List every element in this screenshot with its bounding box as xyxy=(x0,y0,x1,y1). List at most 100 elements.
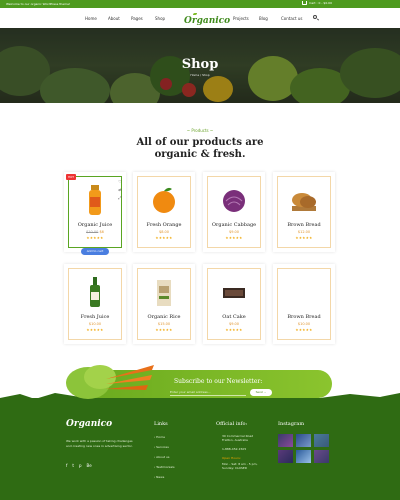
cart-summary[interactable]: Cart : 0 - $0.00 xyxy=(302,1,332,5)
footer-link-testimonials[interactable]: Testimonials xyxy=(154,465,174,469)
product-card[interactable]: Brown Bread $10.00 ★★★★★ xyxy=(273,264,335,344)
section-kicker: ~ Products ~ xyxy=(186,128,214,133)
pinterest-icon[interactable]: p xyxy=(79,463,82,468)
open-hours-label: Open Hours: xyxy=(222,456,241,460)
cart-summary-text: Cart : 0 - $0.00 xyxy=(309,1,332,5)
rating-stars: ★★★★★ xyxy=(155,328,173,332)
headline-line-2: organic & fresh. xyxy=(154,149,246,160)
product-card[interactable]: Fresh Juice $10.00 ★★★★★ xyxy=(64,264,126,344)
footer-link-home[interactable]: Home xyxy=(154,435,165,439)
product-name[interactable]: Fresh Juice xyxy=(64,314,126,320)
product-card[interactable]: Fresh Orange $8.00 ★★★★★ xyxy=(133,172,195,252)
heart-icon[interactable]: ♡ xyxy=(118,180,122,184)
rating-stars: ★★★★★ xyxy=(295,236,313,240)
hero-banner: Shop Home / Shop xyxy=(0,28,400,103)
product-name[interactable]: Oat Cake xyxy=(203,314,265,320)
instagram-photo[interactable] xyxy=(314,450,329,463)
sale-price: $6 xyxy=(99,230,104,234)
product-card[interactable]: Organic Rice $15.00 ★★★★★ xyxy=(133,264,195,344)
headline-line-1: All of our products are xyxy=(136,137,264,148)
nav-home[interactable]: Home xyxy=(85,16,97,21)
nav-contact[interactable]: Contact us xyxy=(281,16,302,21)
rice-bag-image xyxy=(157,280,171,306)
social-links: f t p Be xyxy=(66,463,92,468)
rating-stars: ★★★★★ xyxy=(225,236,243,240)
instagram-photo[interactable] xyxy=(296,434,311,447)
page-title: Shop xyxy=(181,57,219,72)
instagram-photo[interactable] xyxy=(296,450,311,463)
bread-image xyxy=(292,193,316,211)
breadcrumb-current: Shop xyxy=(202,73,210,77)
instagram-photo[interactable] xyxy=(278,450,293,463)
breadcrumb-home[interactable]: Home xyxy=(190,73,199,77)
top-bar: Welcome to our organic WordPress theme! … xyxy=(0,0,400,8)
product-card[interactable]: HOT ♡ ⇄ ⤢ Organic Juice $10.00 $6 ★★★★★ … xyxy=(64,172,126,255)
behance-icon[interactable]: Be xyxy=(87,463,92,468)
official-info-heading: Official info: xyxy=(216,421,248,427)
cabbage-image xyxy=(223,190,245,212)
cart-icon xyxy=(302,1,308,5)
open-hours: Mon - Sat: 8 am - 5 pm, Sunday: CLOSED xyxy=(222,462,258,470)
product-name[interactable]: Fresh Orange xyxy=(133,222,195,228)
oat-cake-image xyxy=(223,288,245,298)
newsletter-send-button[interactable]: Send → xyxy=(250,389,272,396)
hot-badge: HOT xyxy=(66,174,77,180)
rating-stars: ★★★★★ xyxy=(86,328,104,332)
compare-icon[interactable]: ⇄ xyxy=(118,188,122,192)
instagram-gallery xyxy=(278,434,329,463)
product-card[interactable]: Organic Cabbage $9.00 ★★★★★ xyxy=(203,172,265,252)
instagram-photo[interactable] xyxy=(314,434,329,447)
juice-bottle-image xyxy=(89,185,101,215)
breadcrumb: Home / Shop xyxy=(0,73,400,77)
rating-stars: ★★★★★ xyxy=(155,236,173,240)
product-price: $10.00 xyxy=(88,322,102,326)
product-price: $10.00 xyxy=(297,322,311,326)
instagram-heading: Instagram xyxy=(278,421,305,427)
add-to-cart-button[interactable]: Add to cart xyxy=(81,248,109,255)
newsletter-title: Subscribe to our Newsletter: xyxy=(174,378,263,385)
nav-shop[interactable]: Shop xyxy=(155,16,165,21)
section-headline: All of our products are organic & fresh. xyxy=(0,137,400,161)
nav-projects[interactable]: Projects xyxy=(233,16,249,21)
logo-text: Organico xyxy=(184,16,231,26)
footer-link-services[interactable]: Services xyxy=(154,445,169,449)
breadcrumb-separator: / xyxy=(200,73,202,77)
product-name[interactable]: Brown Bread xyxy=(273,222,335,228)
links-heading: Links xyxy=(154,421,168,427)
product-card[interactable]: Brown Bread $12.00 ★★★★★ xyxy=(273,172,335,252)
product-price: $8.00 xyxy=(158,230,170,234)
main-nav: Home About Pages Shop Organico Projects … xyxy=(0,8,400,28)
footer-phone: 1-888-452-1505 xyxy=(222,447,247,451)
product-price: $15.00 xyxy=(157,322,171,326)
product-price: $9.00 xyxy=(228,322,240,326)
rating-stars: ★★★★★ xyxy=(86,236,104,240)
nav-blog[interactable]: Blog xyxy=(259,16,268,21)
footer-link-about[interactable]: About us xyxy=(154,455,169,459)
welcome-text: Welcome to our organic WordPress theme! xyxy=(6,2,71,6)
product-card[interactable]: Oat Cake $9.00 ★★★★★ xyxy=(203,264,265,344)
instagram-photo[interactable] xyxy=(278,434,293,447)
leaf-icon xyxy=(193,13,197,15)
footer-link-news[interactable]: News xyxy=(154,475,164,479)
facebook-icon[interactable]: f xyxy=(66,463,67,468)
zoom-icon[interactable]: ⤢ xyxy=(118,196,122,200)
footer-about-text: We work with a passion of taking challen… xyxy=(66,439,133,448)
footer xyxy=(0,398,400,500)
product-price: $10.00 $6 xyxy=(64,230,126,234)
product-name[interactable]: Brown Bread xyxy=(273,314,335,320)
nav-pages[interactable]: Pages xyxy=(131,16,143,21)
juice-bottle-image xyxy=(90,277,100,307)
twitter-icon[interactable]: t xyxy=(72,463,74,468)
product-name[interactable]: Organic Juice xyxy=(64,222,126,228)
rating-stars: ★★★★★ xyxy=(295,328,313,332)
product-name[interactable]: Organic Cabbage xyxy=(203,222,265,228)
search-icon[interactable] xyxy=(313,15,317,19)
footer-logo[interactable]: Organico xyxy=(66,419,112,429)
product-price: $12.00 xyxy=(297,230,311,234)
product-name[interactable]: Organic Rice xyxy=(133,314,195,320)
nav-about[interactable]: About xyxy=(108,16,120,21)
card-actions: ♡ ⇄ ⤢ xyxy=(118,180,122,200)
newsletter-email-input[interactable] xyxy=(170,388,246,396)
site-logo[interactable]: Organico xyxy=(184,13,231,26)
orange-image xyxy=(153,187,175,213)
